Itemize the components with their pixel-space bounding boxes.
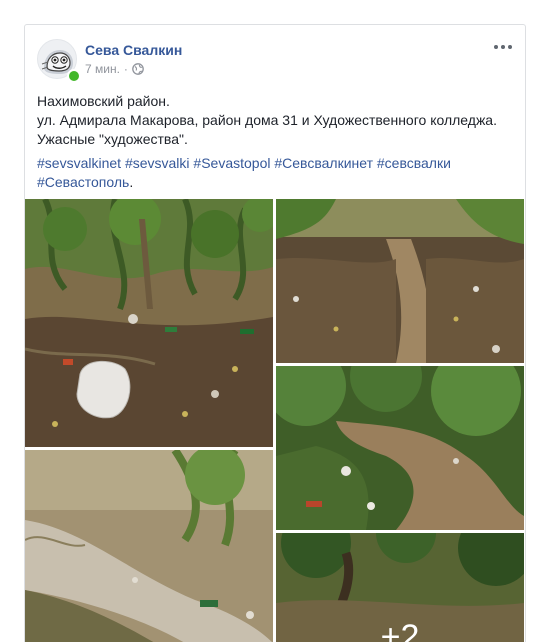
post-text: Нахимовский район. ул. Адмирала Макарова…: [37, 92, 515, 149]
post-timestamp[interactable]: 7 мин.: [85, 62, 120, 76]
post-meta: 7 мин. ·: [85, 62, 144, 76]
globe-icon[interactable]: [132, 63, 144, 75]
post-text-line: Ужасные "художества".: [37, 131, 188, 147]
post-text-line: ул. Адмирала Макарова, район дома 31 и Х…: [37, 112, 497, 128]
post-photo[interactable]: [25, 450, 273, 642]
hashtag-link[interactable]: #Севсвалкинет: [274, 155, 373, 171]
more-dot-icon: [508, 45, 512, 49]
more-dot-icon: [494, 45, 498, 49]
hashtags: #sevsvalkinet #sevsvalki #Sevastopol #Се…: [37, 154, 515, 192]
post-text-line: Нахимовский район.: [37, 93, 170, 109]
hashtag-link[interactable]: #Sevastopol: [193, 155, 270, 171]
hashtag-link[interactable]: #севсвалки: [377, 155, 451, 171]
post-card: Сева Свалкин 7 мин. · Нахимовский район.…: [24, 24, 526, 642]
more-options-button[interactable]: [491, 37, 515, 57]
tags-end: .: [129, 174, 134, 190]
hashtag-link[interactable]: #sevsvalki: [125, 155, 190, 171]
more-photos-count: +2: [380, 618, 420, 642]
hashtag-link[interactable]: #sevsvalkinet: [37, 155, 121, 171]
post-photo[interactable]: [276, 366, 524, 530]
post-photo[interactable]: [276, 199, 524, 363]
author-name[interactable]: Сева Свалкин: [85, 42, 182, 58]
meta-separator: ·: [123, 62, 128, 76]
online-status-dot: [67, 69, 81, 83]
post-photo[interactable]: [25, 199, 273, 447]
hashtag-link[interactable]: #Севастополь: [37, 174, 129, 190]
more-photos-overlay[interactable]: +2: [276, 533, 524, 642]
post-photo[interactable]: +2: [276, 533, 524, 642]
more-dot-icon: [501, 45, 505, 49]
